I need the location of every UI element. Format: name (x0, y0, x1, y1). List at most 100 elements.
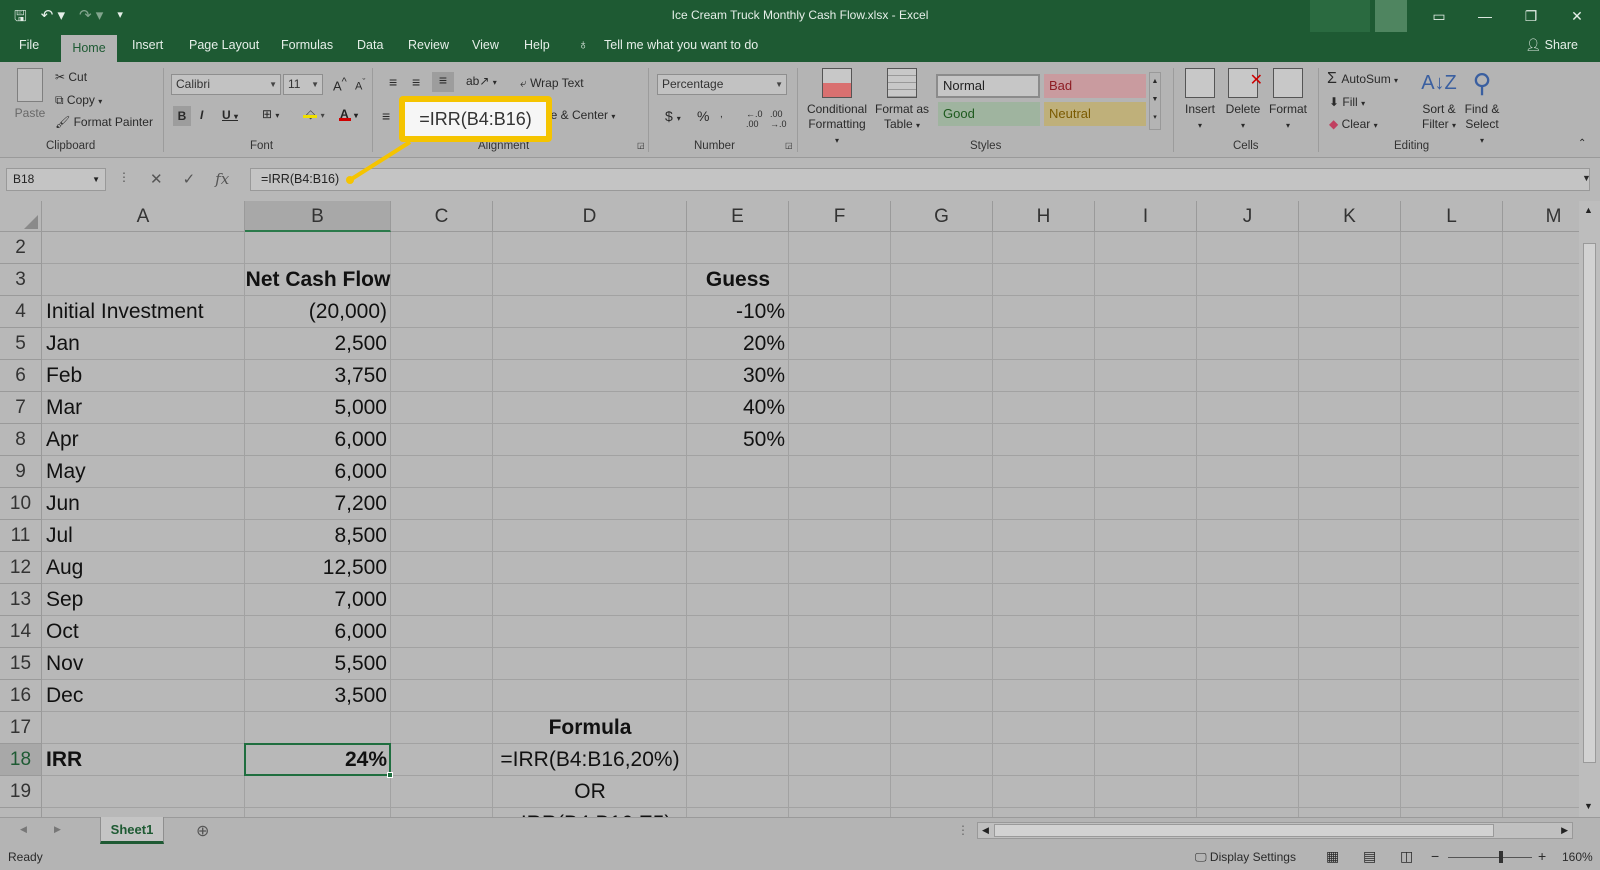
scroll-right-icon[interactable]: ▶ (1561, 825, 1568, 836)
font-family-select[interactable]: Calibri ▼ (171, 74, 281, 95)
cell-a7[interactable]: Mar (42, 392, 245, 424)
format-as-table-button[interactable]: Format as Table ▾ (874, 68, 930, 133)
h-scroll-thumb[interactable] (994, 824, 1494, 837)
cell-e6[interactable]: 30% (687, 360, 789, 392)
row-header-20[interactable] (0, 808, 42, 817)
cell-b10[interactable]: 7,200 (245, 488, 391, 520)
borders-icon[interactable]: ⊞ ▾ (262, 107, 279, 121)
row-header-2[interactable]: 2 (0, 232, 42, 264)
cell-a12[interactable]: Aug (42, 552, 245, 584)
cell-e8[interactable]: 50% (687, 424, 789, 456)
column-header-a[interactable]: A (42, 201, 245, 232)
row-header-7[interactable]: 7 (0, 392, 42, 424)
tab-view[interactable]: View (472, 38, 499, 52)
horizontal-scrollbar[interactable]: ◀ ▶ (977, 822, 1573, 839)
tab-insert[interactable]: Insert (132, 38, 163, 52)
prev-sheet-icon[interactable]: ◀ (20, 824, 27, 835)
row-header-11[interactable]: 11 (0, 520, 42, 552)
row-header-18[interactable]: 18 (0, 744, 42, 776)
column-header-d[interactable]: D (493, 201, 687, 232)
row-header-9[interactable]: 9 (0, 456, 42, 488)
tab-data[interactable]: Data (357, 38, 383, 52)
page-layout-view-icon[interactable]: ▤ (1363, 848, 1376, 865)
style-neutral[interactable]: Neutral (1044, 102, 1146, 126)
formula-input[interactable]: =IRR(B4:B16) (250, 168, 1590, 191)
row-header-10[interactable]: 10 (0, 488, 42, 520)
styles-scroll[interactable]: ▲ ▼ ▾ (1149, 72, 1161, 130)
avatar[interactable] (1375, 0, 1407, 32)
cell-a5[interactable]: Jan (42, 328, 245, 360)
worksheet-grid[interactable]: A B C D E F G H I J K L M 2 3 4 5 6 7 8 9 10 11 12 13 14 15 16 17 18 1… (0, 201, 1600, 817)
share-button[interactable]: 👤︎ Share (1525, 38, 1578, 53)
format-cells-button[interactable]: Format ▾ (1266, 68, 1310, 133)
cell-e4[interactable]: -10% (687, 296, 789, 328)
cell-a18[interactable]: IRR (42, 744, 245, 776)
cell-e7[interactable]: 40% (687, 392, 789, 424)
tab-file[interactable]: File (19, 38, 39, 52)
delete-cells-button[interactable]: ✕ Delete ▾ (1223, 68, 1263, 133)
cell-a6[interactable]: Feb (42, 360, 245, 392)
row-header-16[interactable]: 16 (0, 680, 42, 712)
cell-a16[interactable]: Dec (42, 680, 245, 712)
row-header-8[interactable]: 8 (0, 424, 42, 456)
column-header-b[interactable]: B (245, 201, 391, 232)
zoom-slider[interactable] (1448, 857, 1532, 858)
cell-a8[interactable]: Apr (42, 424, 245, 456)
cell-b4[interactable]: (20,000) (245, 296, 391, 328)
column-header-c[interactable]: C (391, 201, 493, 232)
column-header-f[interactable]: F (789, 201, 891, 232)
display-settings-button[interactable]: 🖵︎ Display Settings (1195, 850, 1296, 865)
cell-d20[interactable]: =IRR(B4:B16,E5) (493, 808, 687, 817)
tab-help[interactable]: Help (524, 38, 550, 52)
tab-review[interactable]: Review (408, 38, 449, 52)
tell-me-input[interactable]: Tell me what you want to do (604, 38, 758, 52)
zoom-level[interactable]: 160% (1562, 850, 1593, 864)
scroll-thumb[interactable] (1583, 243, 1596, 763)
row-header-5[interactable]: 5 (0, 328, 42, 360)
cell-b5[interactable]: 2,500 (245, 328, 391, 360)
expand-formula-icon[interactable]: ▼ (1582, 173, 1591, 183)
insert-function-icon[interactable]: fx (215, 170, 229, 188)
tab-page-layout[interactable]: Page Layout (189, 38, 259, 52)
row-header-19[interactable]: 19 (0, 776, 42, 808)
row-header-3[interactable]: 3 (0, 264, 42, 296)
cell-a9[interactable]: May (42, 456, 245, 488)
column-header-i[interactable]: I (1095, 201, 1197, 232)
cell-b12[interactable]: 12,500 (245, 552, 391, 584)
column-header-g[interactable]: G (891, 201, 993, 232)
cell-b16[interactable]: 3,500 (245, 680, 391, 712)
bold-button[interactable]: B (173, 106, 191, 126)
add-sheet-icon[interactable]: ⊕ (196, 821, 209, 841)
column-header-l[interactable]: L (1401, 201, 1503, 232)
cell-d19[interactable]: OR (493, 776, 687, 808)
scroll-down-icon[interactable]: ▼ (1584, 801, 1593, 811)
currency-button[interactable]: $ ▾ (665, 108, 681, 124)
zoom-slider-thumb[interactable] (1499, 851, 1503, 863)
cell-a11[interactable]: Jul (42, 520, 245, 552)
comma-style-icon[interactable]: , (720, 109, 723, 120)
tab-formulas[interactable]: Formulas (281, 38, 333, 52)
cell-d17[interactable]: Formula (493, 712, 687, 744)
cut-button[interactable]: ✂ Cut (55, 70, 87, 84)
row-header-4[interactable]: 4 (0, 296, 42, 328)
row-header-14[interactable]: 14 (0, 616, 42, 648)
column-header-h[interactable]: H (993, 201, 1095, 232)
row-header-15[interactable]: 15 (0, 648, 42, 680)
column-header-e[interactable]: E (687, 201, 789, 232)
cell-d18[interactable]: =IRR(B4:B16,20%) (493, 744, 687, 776)
italic-button[interactable]: I (200, 108, 203, 122)
fill-button[interactable]: ⬇ Fill ▾ (1329, 95, 1365, 109)
zoom-out-icon[interactable]: − (1431, 848, 1439, 864)
select-all-corner[interactable] (0, 201, 42, 232)
align-bottom-icon[interactable]: ≡ (432, 72, 454, 92)
normal-view-icon[interactable]: ▦ (1326, 848, 1339, 865)
column-header-j[interactable]: J (1197, 201, 1299, 232)
cell-b7[interactable]: 5,000 (245, 392, 391, 424)
font-color-icon[interactable]: A ▾ (338, 107, 358, 121)
scroll-up-icon[interactable]: ▲ (1584, 205, 1593, 215)
decrease-decimal-icon[interactable]: .00 →.0 (770, 109, 787, 129)
next-sheet-icon[interactable]: ▶ (54, 824, 61, 835)
zoom-in-icon[interactable]: + (1538, 848, 1546, 864)
align-middle-icon[interactable]: ≡ (412, 74, 420, 90)
orientation-icon[interactable]: ab↗ ▾ (466, 74, 497, 88)
